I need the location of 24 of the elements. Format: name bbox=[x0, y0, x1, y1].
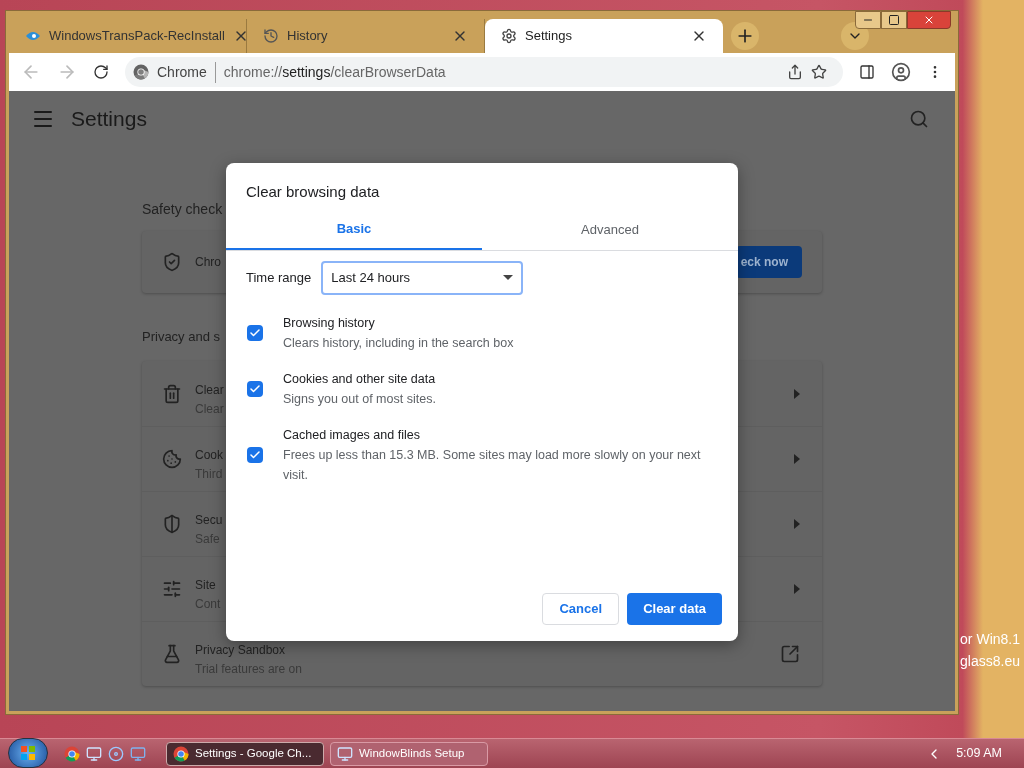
page-title: Settings bbox=[71, 106, 147, 133]
row-title: Privacy Sandbox bbox=[195, 642, 287, 659]
option-description: Frees up less than 15.3 MB. Some sites may load more slowly on your next visit. bbox=[283, 446, 702, 484]
option-title: Browsing history bbox=[283, 314, 376, 332]
tab-title: Settings bbox=[525, 27, 573, 46]
clock: 5:09 AM bbox=[956, 745, 1002, 763]
option-description: Clears history, including in the search box bbox=[283, 334, 515, 352]
row-title: Site bbox=[195, 577, 217, 594]
tab-title: History bbox=[287, 27, 329, 46]
section-heading: Privacy and s bbox=[142, 328, 221, 346]
url-text: chrome://settings/clearBrowserData bbox=[223, 62, 446, 82]
section-heading: Safety check bbox=[142, 200, 223, 219]
row-title: Cook bbox=[195, 447, 223, 464]
option-description: Signs you out of most sites. bbox=[283, 390, 437, 408]
row-title: Chro bbox=[195, 254, 221, 271]
desktop-text: or Win8.1 bbox=[960, 630, 1020, 649]
tab-title: WindowsTransPack-RecInstall bbox=[49, 27, 225, 46]
field-label: Time range bbox=[246, 268, 312, 287]
option-title: Cached images and files bbox=[283, 426, 421, 444]
site-chip: Chrome bbox=[157, 61, 216, 83]
row-title: Secu bbox=[195, 512, 223, 529]
dialog-title: Clear browsing data bbox=[245, 182, 381, 202]
option-title: Cookies and other site data bbox=[283, 370, 437, 388]
row-title: Clear bbox=[195, 381, 224, 399]
